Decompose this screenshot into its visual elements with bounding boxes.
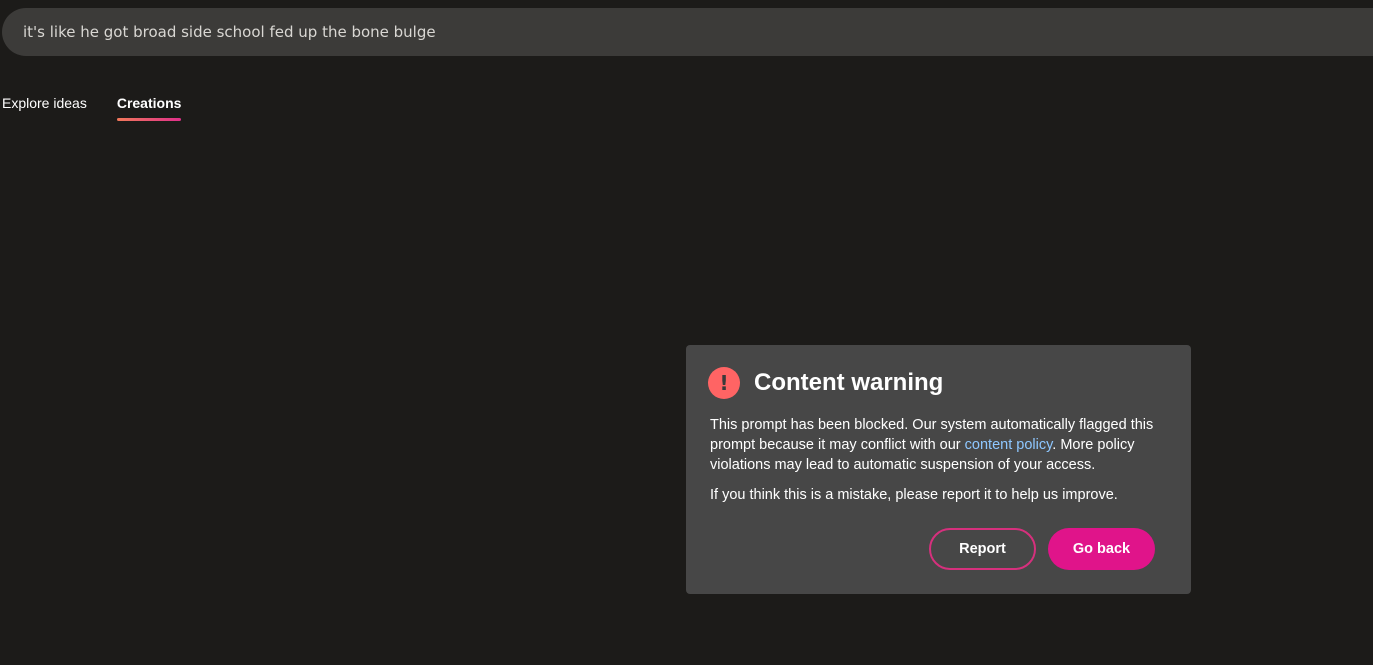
- dialog-report-hint: If you think this is a mistake, please r…: [710, 487, 1118, 503]
- dialog-header: ! Content warning: [708, 367, 1167, 399]
- dialog-body: This prompt has been blocked. Our system…: [710, 415, 1167, 505]
- tab-bar: Explore ideas Creations: [2, 95, 181, 121]
- content-warning-dialog: ! Content warning This prompt has been b…: [686, 345, 1191, 594]
- dialog-actions: Report Go back: [929, 528, 1155, 570]
- tab-creations[interactable]: Creations: [116, 95, 181, 121]
- search-bar[interactable]: [2, 8, 1373, 56]
- exclamation-circle-icon: !: [708, 367, 740, 399]
- report-button[interactable]: Report: [929, 528, 1036, 570]
- tab-explore-ideas[interactable]: Explore ideas: [2, 95, 87, 119]
- content-policy-link[interactable]: content policy: [965, 437, 1053, 453]
- go-back-button[interactable]: Go back: [1048, 528, 1155, 570]
- dialog-title: Content warning: [754, 369, 944, 396]
- dialog-message: This prompt has been blocked. Our system…: [710, 415, 1167, 475]
- search-input[interactable]: [23, 23, 1223, 41]
